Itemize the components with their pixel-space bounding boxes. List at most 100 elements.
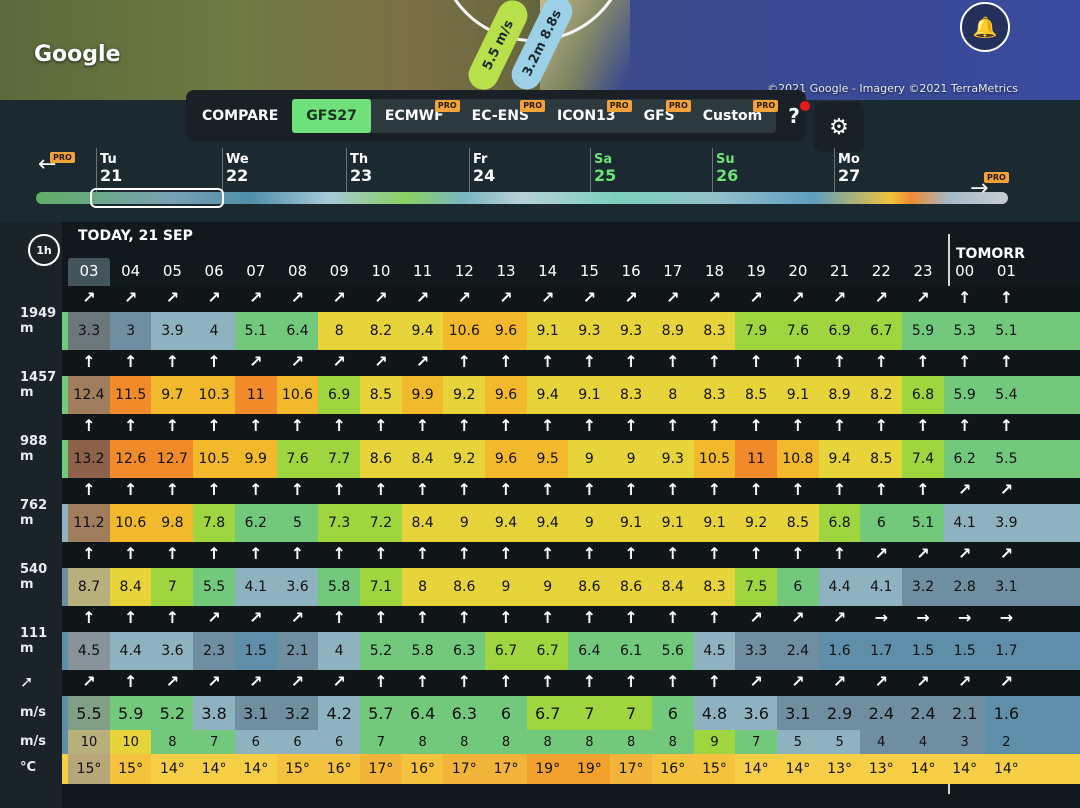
forecast-value: 2.4 [776, 632, 819, 670]
wind-direction-arrow: ↗ [123, 288, 138, 307]
wind-direction-arrow: ↑ [540, 416, 555, 435]
forecast-value: 7 [568, 696, 611, 730]
wind-direction-arrow: ↑ [707, 480, 722, 499]
model-tabs: GFS27 ECMWF PRO EC-ENS PRO ICON13 PRO GFS PRO Cus… [292, 99, 779, 133]
forecast-value: 17° [359, 754, 402, 784]
forecast-value: 5.9 [109, 696, 152, 730]
forecast-value: 7.9 [735, 312, 778, 350]
wind-direction-arrow: ↑ [832, 352, 847, 371]
forecast-value: 8.6 [568, 568, 611, 606]
wind-direction-arrow: ↑ [707, 608, 722, 627]
forecast-value: 8.5 [735, 376, 778, 414]
wind-direction-arrow: ↗ [832, 288, 847, 307]
wind-direction-arrow: ↗ [791, 608, 805, 627]
forecast-value: 2.1 [943, 696, 986, 730]
wind-direction-arrow: ↑ [165, 352, 180, 371]
settings-button[interactable]: ⚙ [814, 102, 864, 152]
hours-row: 03 04 05 06 07 08 09 10 11 12 13 14 15 16 17 18 19 20 21 22… [62, 258, 1080, 290]
map-view[interactable]: 5.5 m/s 3.2m 8.8s Google ©2021 Google - … [0, 0, 1080, 100]
model-tab-ec-ens[interactable]: EC-ENS PRO [458, 99, 546, 133]
hour-label: 08 [287, 262, 308, 280]
wind-direction-arrow: ↑ [207, 544, 221, 563]
hour-label: 14 [538, 262, 558, 280]
forecast-value: 3.9 [151, 312, 194, 350]
wind-direction-arrow: ↑ [415, 544, 430, 563]
forecast-value: 3.2 [276, 696, 319, 730]
wind-direction-arrow: ↑ [499, 544, 513, 563]
model-tab-ecmwf[interactable]: ECMWF PRO [371, 99, 460, 133]
wind-direction-arrow: ↑ [624, 544, 638, 563]
forecast-value: 4.8 [693, 696, 736, 730]
wind-direction-arrow: ↑ [207, 480, 221, 499]
timeline-day-fr[interactable]: Fr 24 [468, 148, 495, 198]
wind-direction-arrow: → [874, 608, 888, 627]
wind-direction-arrow: ↑ [999, 288, 1014, 307]
wind-direction-arrow: ↑ [874, 352, 888, 371]
timeline-day-mo[interactable]: Mo 27 [833, 148, 860, 198]
forecast-value: 1.7 [860, 632, 903, 670]
forecast-value: 15° [109, 754, 152, 784]
wind-direction-arrow: ↑ [791, 480, 805, 499]
wind-direction-arrow: ↗ [207, 608, 221, 627]
pro-badge: PRO [606, 100, 632, 112]
bell-icon: 🔔 [972, 15, 998, 39]
model-tab-custom[interactable]: Custom PRO [689, 99, 779, 133]
forecast-value: 9.1 [610, 504, 653, 542]
forecast-value: 4 [860, 730, 903, 754]
forecast-value: 4 [318, 632, 361, 670]
forecast-value: 5.5 [985, 440, 1028, 478]
timeline-day-th[interactable]: Th 23 [345, 148, 372, 198]
notifications-button[interactable]: 🔔 [960, 2, 1010, 52]
forecast-value: 9.8 [151, 504, 194, 542]
wind-direction-arrow: ↑ [916, 352, 930, 371]
forecast-value: 10.3 [193, 376, 236, 414]
wind-direction-arrow: ↑ [666, 544, 680, 563]
day-date: 25 [594, 166, 617, 185]
forecast-value: 17° [485, 754, 527, 784]
wind-direction-arrow: ↗ [290, 672, 305, 691]
wind-direction-arrow: ↑ [666, 352, 680, 371]
wind-direction-arrow: ↑ [457, 672, 471, 691]
day-date: 26 [716, 166, 739, 185]
hour-label: 20 [788, 262, 808, 280]
wind-direction-arrow: ↑ [123, 352, 138, 371]
wind-direction-arrow: ↗ [624, 288, 638, 307]
timeline-day-sa[interactable]: Sa 25 [589, 148, 617, 198]
model-tab-gfs27[interactable]: GFS27 [292, 99, 371, 133]
forecast-value: 7.2 [359, 504, 402, 542]
forecast-value: 8 [526, 730, 569, 754]
model-tab-icon13[interactable]: ICON13 PRO [543, 99, 632, 133]
wind-direction-arrow: ↑ [374, 672, 388, 691]
forecast-value: 14° [902, 754, 944, 784]
altitude-direction-row: ↑ ↑ ↑ ↑ ↗ ↗ ↗ ↗ ↗ ↑ ↑ ↑ ↑ ↑ ↑ ↑ ↑ ↑ ↑ ↑ ↑ ↑ ↑ [62, 350, 1080, 376]
step-button[interactable]: 1h [28, 234, 60, 266]
google-logo: Google [34, 42, 121, 67]
timeline-day-we[interactable]: We 22 [222, 148, 249, 198]
forecast-value: 14° [943, 754, 986, 784]
forecast-value: 7.6 [276, 440, 319, 478]
forecast-value: 8 [318, 312, 361, 350]
wind-direction-arrow: ↑ [540, 480, 555, 499]
timeline-window[interactable] [90, 188, 224, 208]
wind-direction-arrow: ↑ [499, 672, 513, 691]
forecast-value: 2 [985, 730, 1028, 754]
wind-direction-arrow: ↗ [916, 544, 930, 563]
wind-direction-arrow: ↑ [874, 416, 888, 435]
timeline-day-tu[interactable]: Tu 21 [95, 148, 122, 198]
help-button[interactable]: ? [788, 101, 810, 128]
wind-direction-arrow: ↗ [374, 352, 388, 371]
wind-direction-arrow: ↑ [82, 480, 96, 499]
altitude-label: 540 m [20, 562, 48, 592]
wind-direction-arrow: ↗ [957, 672, 972, 691]
timeline-day-su[interactable]: Su 26 [711, 148, 739, 198]
wind-direction-arrow: → [916, 608, 930, 627]
forecast-value: 7 [359, 730, 402, 754]
wind-direction-arrow: ↗ [957, 480, 972, 499]
forecast-value: 6 [860, 504, 903, 542]
wind-direction-arrow: ↑ [332, 480, 346, 499]
hour-label: 11 [413, 262, 433, 280]
model-tab-gfs[interactable]: GFS PRO [630, 99, 691, 133]
forecast-value: 6.8 [818, 504, 861, 542]
forecast-value: 8.4 [109, 568, 152, 606]
wind-direction-arrow: ↑ [332, 608, 346, 627]
